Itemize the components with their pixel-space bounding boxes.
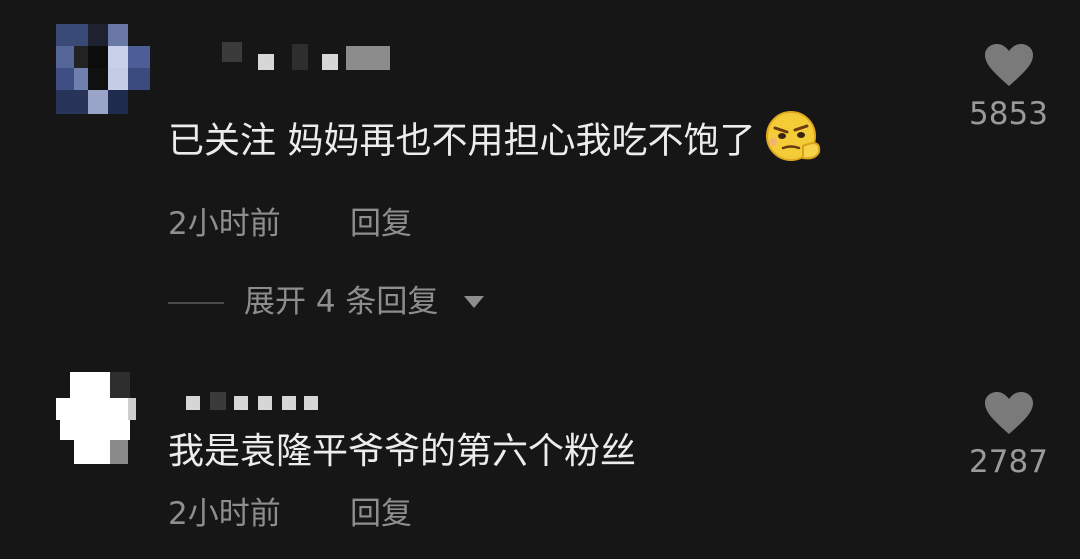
timestamp: 2小时前 <box>168 496 281 532</box>
like-count: 5853 <box>969 96 1048 132</box>
username[interactable] <box>222 42 392 72</box>
comment-item: 我是袁隆平爷爷的第六个粉丝 2小时前 回复 2787 <box>0 360 1080 559</box>
thinking-emoji-icon <box>763 108 825 177</box>
heart-icon <box>984 44 1033 86</box>
avatar[interactable] <box>56 24 150 114</box>
heart-icon <box>984 392 1033 434</box>
reply-button[interactable]: 回复 <box>350 204 412 244</box>
comment-text: 已关注 妈妈再也不用担心我吃不饱了 <box>168 108 825 177</box>
comment-text: 我是袁隆平爷爷的第六个粉丝 <box>168 431 637 472</box>
like-button[interactable]: 2787 <box>961 390 1056 482</box>
comment-meta: 2小时前 回复 <box>168 204 412 244</box>
expand-replies-label: 展开 4 条回复 <box>244 284 439 320</box>
reply-button[interactable]: 回复 <box>350 494 412 534</box>
comment-meta: 2小时前 回复 <box>168 494 412 534</box>
username[interactable] <box>186 392 326 412</box>
timestamp: 2小时前 <box>168 206 281 242</box>
like-count: 2787 <box>969 444 1048 480</box>
caret-down-icon <box>464 296 484 308</box>
divider-line <box>168 302 224 304</box>
comment-item: 已关注 妈妈再也不用担心我吃不饱了 2小时前 回复 展开 4 条回复 5853 <box>0 0 1080 360</box>
avatar[interactable] <box>56 372 136 464</box>
like-button[interactable]: 5853 <box>961 42 1056 134</box>
